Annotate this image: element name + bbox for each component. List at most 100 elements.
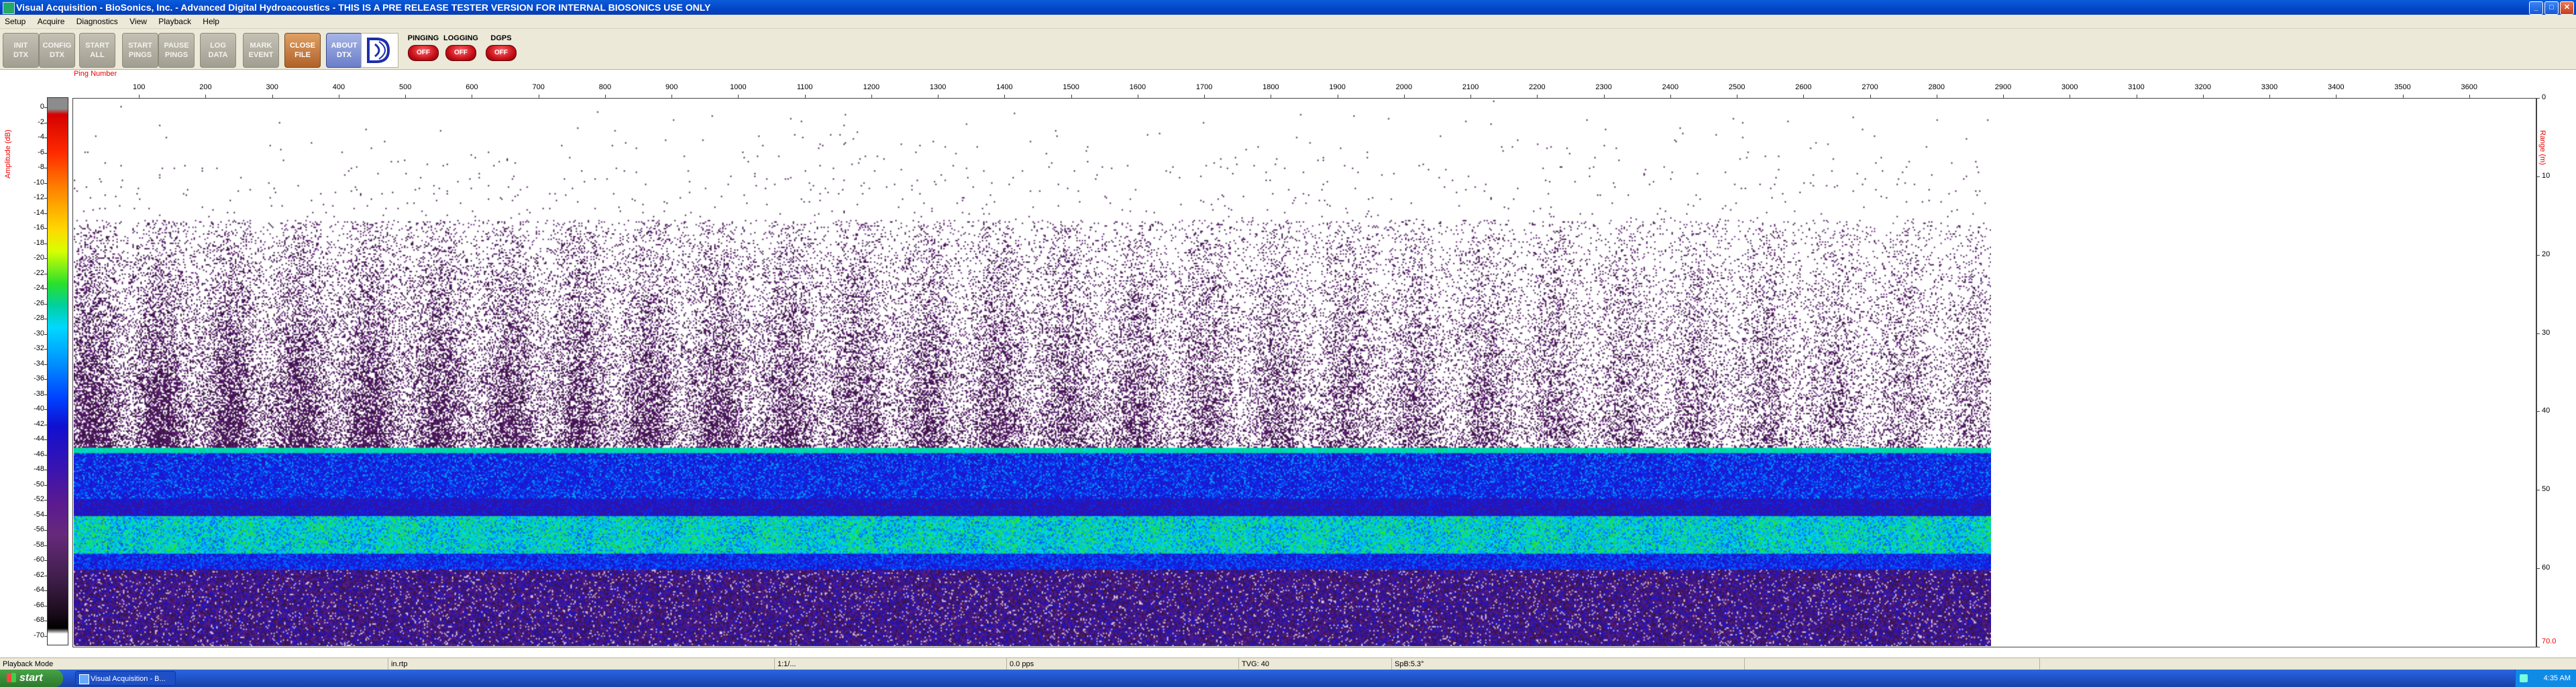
colorbar-tick-mark (44, 198, 47, 199)
clock: 4:35 AM (2543, 674, 2571, 682)
range-tick-label: 30 (2542, 328, 2551, 337)
status-cell-empty-2 (2039, 658, 2576, 670)
minimize-button[interactable]: _ (2529, 1, 2543, 15)
status-cell-empty-1 (1744, 658, 2043, 670)
logging-status: LOGGING OFF (443, 33, 479, 66)
ping-tick-label: 1200 (863, 83, 880, 91)
colorbar-tick-label: -32 (34, 344, 44, 353)
colorbar-tick-label: -30 (34, 329, 44, 337)
title-bar: Visual Acquisition - BioSonics, Inc. - A… (0, 0, 2576, 15)
colorbar-tick-mark (44, 182, 47, 184)
start-button[interactable]: start (0, 670, 63, 687)
ping-tick-label: 2700 (1862, 83, 1878, 91)
colorbar-tick-label: -42 (34, 419, 44, 428)
colorbar-tick-label: -22 (34, 268, 44, 277)
range-tick-label: 50 (2542, 485, 2551, 494)
colorbar-tick-label: -28 (34, 314, 44, 323)
menu-playback[interactable]: Playback (154, 15, 196, 28)
status-time: 1:1/... (774, 658, 796, 670)
ping-tick-label: 3000 (2061, 83, 2078, 91)
range-tick-label: 40 (2542, 407, 2551, 415)
colorbar-tick-label: -66 (34, 600, 44, 609)
ping-tick-label: 2200 (1529, 83, 1546, 91)
colorbar-tick-label: -54 (34, 510, 44, 519)
ping-tick-label: 1700 (1195, 83, 1213, 91)
colorbar-tick-mark (44, 545, 47, 546)
log-data-button[interactable]: LOG DATA (200, 33, 236, 68)
log-data-label: LOG DATA (208, 42, 228, 59)
about-dtx-button[interactable]: ABOUT DTX (326, 33, 362, 68)
colorbar-tick-label: -70 (34, 631, 44, 639)
biosonics-logo-icon[interactable] (361, 33, 398, 68)
start-all-button[interactable]: START ALL (79, 33, 115, 68)
status-file: in.rtp (388, 658, 407, 670)
plot-frame (72, 98, 2537, 647)
menu-acquire[interactable]: Acquire (33, 15, 70, 28)
range-tick-label: 20 (2542, 250, 2551, 258)
colorbar-tick-label: -34 (34, 359, 44, 368)
colorbar-tick-label: -2 (38, 117, 44, 126)
colorbar-tick-label: -60 (34, 556, 44, 564)
ping-tick-label: 1800 (1263, 83, 1279, 91)
task-item-label: Visual Acquisition - B... (91, 675, 166, 683)
colorbar-tick-mark (44, 515, 47, 516)
ping-tick-label: 700 (532, 83, 545, 91)
colorbar-tick-mark (44, 152, 47, 154)
start-label: start (19, 672, 43, 684)
colorbar-tick-mark (44, 394, 47, 395)
start-pings-button[interactable]: START PINGS (122, 33, 158, 68)
menu-diagnostics[interactable]: Diagnostics (72, 15, 123, 28)
maximize-button[interactable]: □ (2544, 1, 2559, 15)
colorbar-tick-label: -64 (34, 586, 44, 594)
menu-help[interactable]: Help (198, 15, 224, 28)
taskbar-item-visual-acquisition[interactable]: Visual Acquisition - B... (75, 671, 176, 686)
ping-number-label: Ping Number (74, 70, 117, 78)
menu-view[interactable]: View (125, 15, 152, 28)
ping-tick-label: 800 (598, 83, 612, 91)
ping-tick-label: 1000 (730, 83, 747, 91)
range-tick-label: 0 (2542, 93, 2546, 101)
colorbar-tick-label: -4 (38, 133, 44, 142)
colorbar-tick-label: -24 (34, 284, 44, 293)
config-dtx-button[interactable]: CONFIG DTX (39, 33, 75, 68)
range-tick-label: 10 (2542, 171, 2551, 180)
status-bar: Playback Mode in.rtp 1:1/... 0.0 pps TVG… (0, 657, 2576, 670)
colorbar-tick-mark (44, 484, 47, 486)
config-dtx-label: CONFIG DTX (42, 42, 72, 59)
colorbar-tick-label: -52 (34, 495, 44, 504)
init-dtx-button[interactable]: INIT DTX (3, 33, 39, 68)
ping-tick-label: 1500 (1063, 83, 1079, 91)
close-button[interactable]: ✕ (2560, 1, 2574, 15)
mark-event-button[interactable]: MARK EVENT (243, 33, 279, 68)
close-file-button[interactable]: CLOSE FILE (284, 33, 321, 68)
init-dtx-label: INIT DTX (13, 42, 28, 59)
colorbar-tick-mark (44, 107, 47, 108)
colorbar-tick-label: -38 (34, 389, 44, 398)
start-pings-label: START PINGS (128, 42, 152, 59)
colorbar-tick-label: -68 (34, 616, 44, 625)
colorbar-tick-label: -50 (34, 480, 44, 488)
toolbar: INIT DTX CONFIG DTX START ALL START PING… (0, 29, 2576, 70)
pinging-indicator: OFF (408, 45, 439, 61)
ping-tick-label: 3100 (2128, 83, 2145, 91)
colorbar-tick-mark (44, 364, 47, 365)
ping-tick-label: 500 (399, 83, 412, 91)
pause-pings-button[interactable]: PAUSE PINGS (158, 33, 195, 68)
menu-setup[interactable]: Setup (0, 15, 30, 28)
ping-tick-label: 2600 (1795, 83, 1812, 91)
colorbar-tick-label: -12 (34, 193, 44, 202)
ping-tick-label: 2500 (1728, 83, 1746, 91)
ping-tick-label: 2800 (1928, 83, 1945, 91)
ping-tick-label: 200 (199, 83, 212, 91)
ping-tick-label: 600 (466, 83, 478, 91)
colorbar-tick-label: -14 (34, 208, 44, 217)
colorbar-tick-mark (44, 349, 47, 350)
status-tvg: TVG: 40 (1238, 658, 1269, 670)
colorbar-tick-label: 0 (40, 103, 44, 111)
status-mode: Playback Mode (3, 660, 54, 668)
colorbar-tick-mark (44, 636, 47, 637)
colorbar-tick-label: -36 (34, 374, 44, 383)
network-icon[interactable] (2520, 674, 2528, 682)
taskbar: start Visual Acquisition - B... 4:35 AM (0, 670, 2576, 687)
ping-tick-label: 300 (266, 83, 278, 91)
